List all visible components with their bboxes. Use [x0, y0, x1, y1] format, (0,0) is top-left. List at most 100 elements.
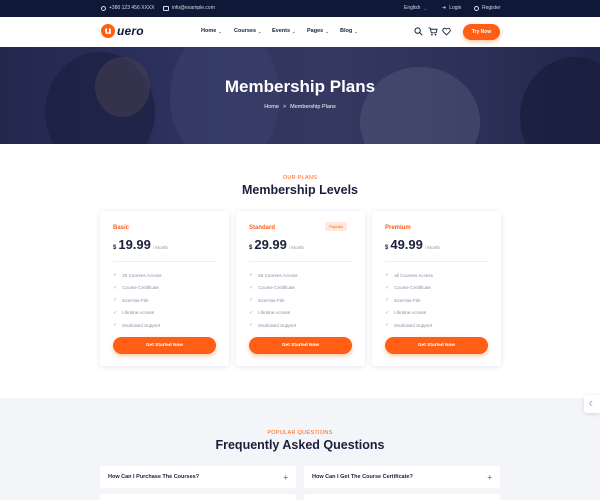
price-period: / Month — [424, 245, 440, 250]
plan-price: $ 29.99 / Month — [249, 237, 304, 252]
nav-courses[interactable]: Courses ⌄ — [234, 28, 272, 34]
faq-title: Frequently Asked Questions — [215, 438, 385, 452]
list-item: ✓ Course Certificate — [385, 282, 433, 295]
feature-list: ✓ 20 Courses Access ✓ Course Certificate ✓… — [113, 269, 162, 332]
feature-label: Dedicated Support — [258, 322, 297, 328]
plans-title: Membership Levels — [241, 183, 358, 197]
logo-mark: u — [101, 24, 115, 38]
check-icon: ✓ — [249, 322, 254, 329]
divider — [249, 261, 352, 262]
list-item: ✓ Lifetime Access — [113, 307, 162, 320]
plus-icon: + — [487, 472, 492, 482]
list-item: ✓ Dedicated Support — [249, 319, 298, 332]
plus-icon: + — [283, 472, 288, 482]
faq-item[interactable]: How Can I Purchase The Courses? + — [100, 466, 296, 488]
cart-icon — [428, 27, 438, 36]
list-item: ✓ Lifetime Access — [385, 307, 433, 320]
feature-label: Exercise File — [122, 297, 149, 303]
nav-pages[interactable]: Pages ⌄ — [307, 28, 340, 34]
site-logo[interactable]: u uero — [101, 24, 144, 38]
faq-item-partial[interactable] — [304, 494, 500, 500]
check-icon: ✓ — [249, 309, 254, 316]
dark-mode-toggle[interactable]: ☾ — [584, 395, 600, 413]
price-period: / Month — [152, 245, 168, 250]
moon-icon: ☾ — [588, 401, 596, 408]
list-item: ✓ Dedicated Support — [113, 319, 162, 332]
login-label: Login — [449, 5, 462, 11]
register-link[interactable]: Register — [474, 5, 501, 11]
breadcrumb-separator: > — [282, 104, 287, 110]
check-icon: ✓ — [385, 272, 390, 279]
feature-label: Lifetime Access — [122, 310, 155, 316]
nav-home[interactable]: Home ⌄ — [201, 28, 234, 34]
nav-events[interactable]: Events ⌄ — [272, 28, 307, 34]
nav-blog[interactable]: Blog ⌄ — [340, 28, 370, 34]
feature-list: ✓ 50 Courses Access ✓ Course Certificate ✓… — [249, 269, 298, 332]
check-icon: ✓ — [385, 297, 390, 304]
list-item: ✓ Course Certificate — [113, 282, 162, 295]
list-item: ✓ Dedicated Support — [385, 319, 433, 332]
faq-eyebrow: POPULAR QUESTIONS — [267, 430, 333, 436]
plan-name: Premium — [385, 225, 411, 231]
breadcrumb-home[interactable]: Home — [264, 104, 279, 110]
feature-label: all Courses Access — [394, 272, 434, 278]
chevron-down-icon: ⌄ — [292, 28, 296, 34]
feature-label: Lifetime Access — [394, 310, 427, 316]
login-link[interactable]: ➜ Login — [442, 5, 461, 11]
feature-label: Dedicated Support — [394, 322, 433, 328]
cart-button[interactable] — [428, 27, 438, 36]
phone-icon — [101, 5, 106, 11]
check-icon: ✓ — [249, 284, 254, 291]
heart-icon — [442, 27, 451, 36]
wishlist-button[interactable] — [442, 27, 451, 36]
check-icon: ✓ — [113, 297, 118, 304]
plans-eyebrow: OUR PLANS — [282, 175, 318, 181]
popular-badge: Popular — [325, 222, 347, 231]
price-period: / Month — [288, 245, 304, 250]
feature-list: ✓ all Courses Access ✓ Course Certificate … — [385, 269, 433, 332]
feature-label: Exercise File — [258, 297, 285, 303]
check-icon: ✓ — [113, 272, 118, 279]
search-icon — [414, 27, 423, 36]
page-hero: Membership Plans Home > Membership Plans — [0, 47, 600, 144]
check-icon: ✓ — [385, 284, 390, 291]
main-nav: Home ⌄ Courses ⌄ Events ⌄ Pages ⌄ Blog ⌄ — [201, 28, 370, 34]
phone-contact[interactable]: +380 123 456 XXXX — [101, 5, 154, 11]
chevron-down-icon: ⌄ — [423, 5, 427, 11]
try-now-button[interactable]: Try Now — [463, 24, 500, 40]
nav-courses-label: Courses — [234, 28, 257, 34]
chevron-down-icon: ⌄ — [325, 28, 329, 34]
divider — [385, 261, 488, 262]
main-header: u uero Home ⌄ Courses ⌄ Events ⌄ Pages ⌄… — [0, 17, 600, 47]
feature-label: Course Certificate — [394, 285, 431, 291]
feature-label: Dedicated Support — [122, 322, 161, 328]
faq-item[interactable]: How Can I Get The Course Certificate? + — [304, 466, 500, 488]
feature-label: Lifetime Access — [258, 310, 291, 316]
search-button[interactable] — [414, 27, 423, 36]
get-started-button[interactable]: Get Started Now — [385, 337, 488, 354]
breadcrumb-current: Membership Plans — [290, 104, 336, 110]
check-icon: ✓ — [385, 309, 390, 316]
nav-blog-label: Blog — [340, 28, 353, 34]
list-item: ✓ Exercise File — [249, 294, 298, 307]
list-item: ✓ Course Certificate — [249, 282, 298, 295]
faq-question: How Can I Get The Course Certificate? — [312, 474, 413, 480]
mail-icon — [163, 5, 169, 11]
logo-wordmark: uero — [117, 24, 144, 38]
language-select[interactable]: English ⌄ — [404, 5, 427, 11]
nav-home-label: Home — [201, 28, 217, 34]
get-started-button[interactable]: Get Started Now — [249, 337, 352, 354]
nav-pages-label: Pages — [307, 28, 324, 34]
currency-symbol: $ — [385, 245, 389, 251]
list-item: ✓ Lifetime Access — [249, 307, 298, 320]
feature-label: Course Certificate — [122, 285, 159, 291]
phone-number: +380 123 456 XXXX — [109, 5, 155, 11]
faq-item-partial[interactable] — [100, 494, 296, 500]
list-item: ✓ 50 Courses Access — [249, 269, 298, 282]
list-item: ✓ Exercise File — [385, 294, 433, 307]
plan-name: Standard — [249, 225, 276, 231]
check-icon: ✓ — [249, 297, 254, 304]
list-item: ✓ 20 Courses Access — [113, 269, 162, 282]
email-contact[interactable]: info@example.com — [163, 5, 215, 11]
get-started-button[interactable]: Get Started Now — [113, 337, 216, 354]
